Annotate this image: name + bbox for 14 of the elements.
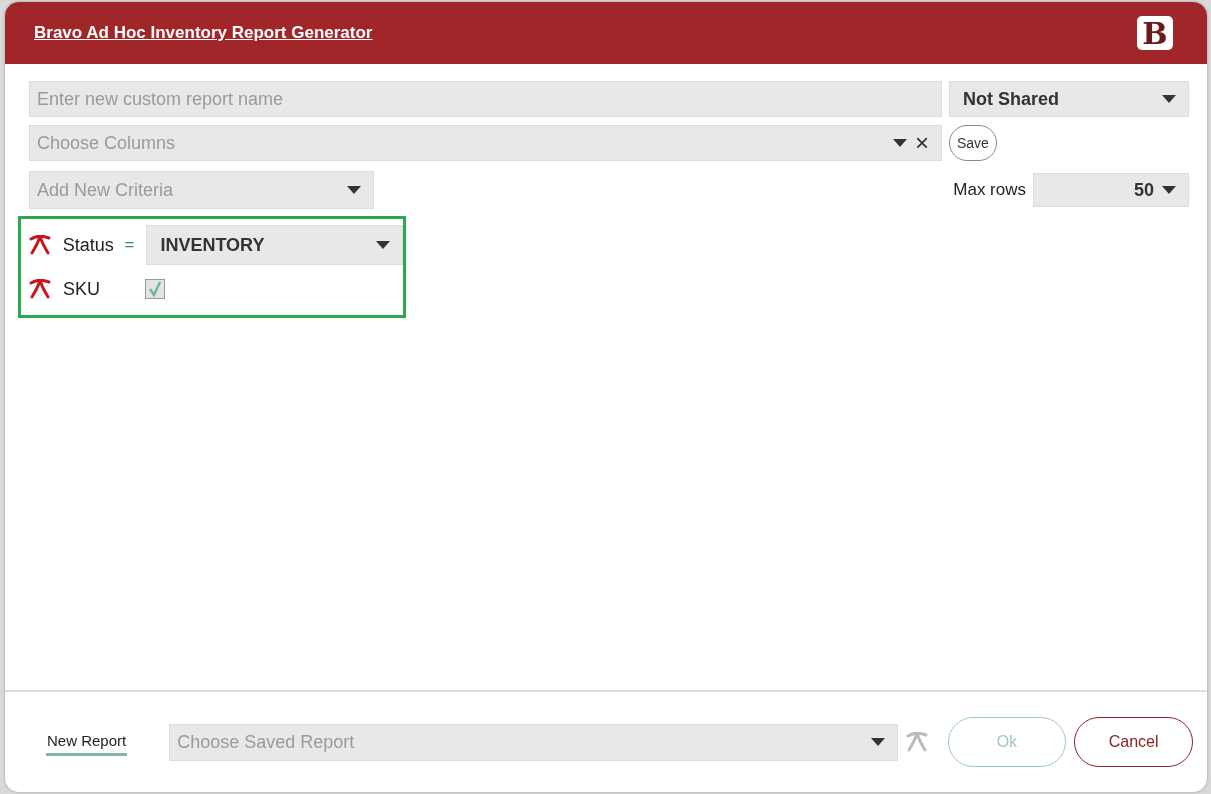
criterion-dropdown[interactable]: INVENTORY xyxy=(146,225,403,265)
cancel-button[interactable]: Cancel xyxy=(1074,717,1193,767)
criterion-label: SKU xyxy=(63,278,101,300)
dialog-title: Bravo Ad Hoc Inventory Report Generator xyxy=(34,23,373,43)
logo-icon: B xyxy=(1137,16,1173,50)
new-report-tab[interactable]: New Report xyxy=(46,728,128,756)
sharing-dropdown[interactable]: Not Shared xyxy=(949,81,1189,117)
clear-icon[interactable]: × xyxy=(915,131,929,155)
criterion-label: Status xyxy=(62,234,115,256)
operator: = xyxy=(124,235,136,255)
max-rows-dropdown[interactable]: 50 xyxy=(1033,173,1189,207)
save-button[interactable]: Save xyxy=(949,125,997,161)
max-rows-label: Max rows xyxy=(953,180,1026,200)
columns-dropdown[interactable]: Choose Columns × xyxy=(29,125,942,161)
